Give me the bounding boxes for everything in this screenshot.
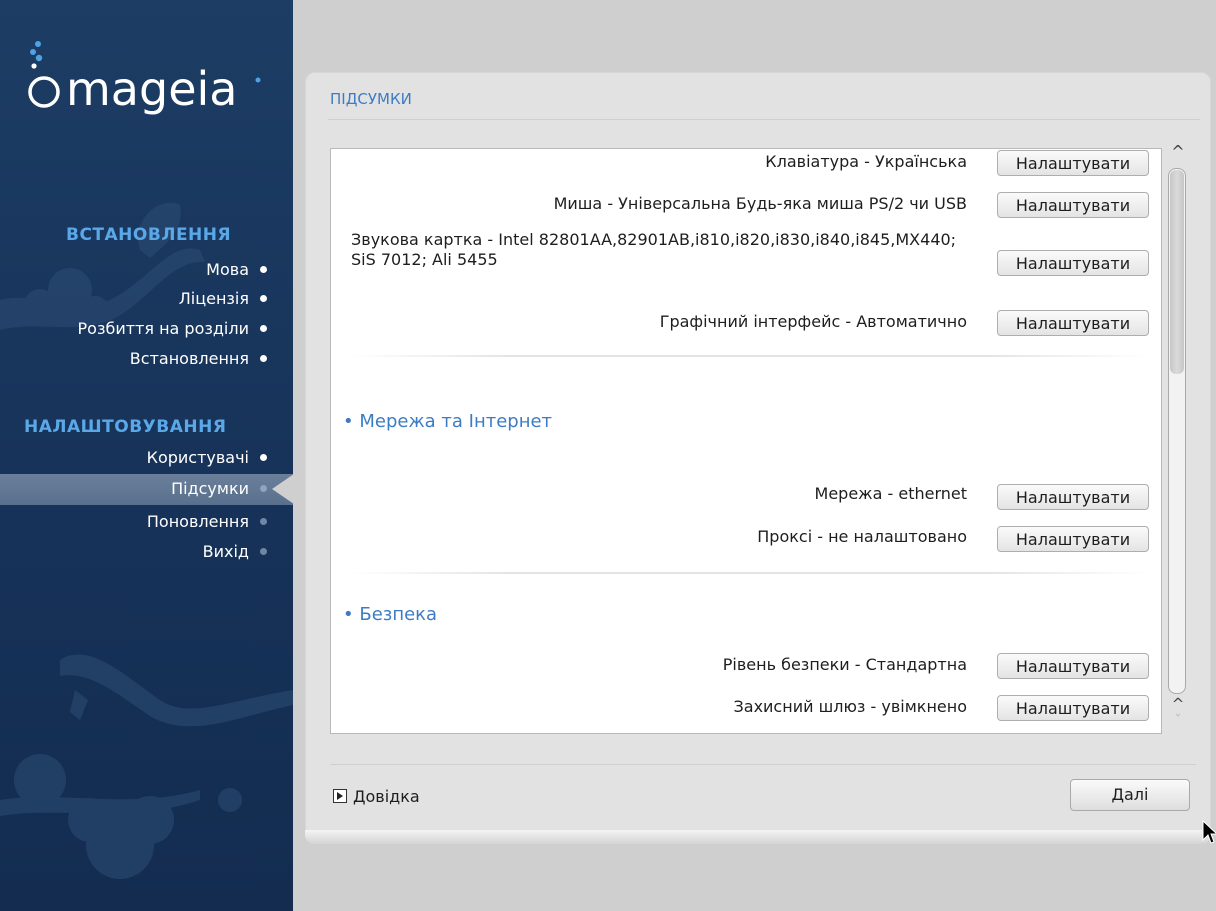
section-separator [349, 572, 1149, 574]
step-pending-dot-icon [260, 548, 267, 555]
panel-bottom-edge [305, 830, 1211, 844]
sidebar-step-label: Ліцензія [178, 289, 249, 308]
sidebar-step-label: Розбиття на розділи [77, 319, 250, 338]
triangle-right-icon [333, 789, 347, 803]
current-step-arrow-icon [272, 474, 293, 504]
footer-divider [330, 764, 1196, 765]
title-divider [328, 119, 1200, 120]
configure-graphics-button[interactable]: Налаштувати [997, 310, 1149, 336]
svg-text:mageia: mageia [66, 62, 237, 116]
current-step-highlight [0, 474, 293, 505]
next-button[interactable]: Далі [1070, 779, 1190, 811]
summary-item-network: Мережа - ethernet [814, 484, 967, 503]
sidebar-step-label: Підсумки [171, 479, 249, 498]
step-pending-dot-icon [260, 518, 267, 525]
section-title-security: • Безпека [343, 604, 438, 625]
help-expander[interactable]: Довідка [333, 786, 420, 806]
sidebar-step-label: Поновлення [146, 512, 249, 531]
sidebar-step-summary: Підсумки [171, 475, 267, 503]
mageia-logo: mageia [28, 41, 261, 116]
sidebar-step-label: Вихід [202, 542, 249, 561]
configure-keyboard-button[interactable]: Налаштувати [997, 150, 1149, 176]
step-current-dot-icon [260, 485, 267, 492]
summary-scroll-area[interactable]: Клавіатура - Українська Налаштувати Миша… [330, 148, 1162, 734]
summary-item-proxy: Проксі - не налаштовано [757, 527, 967, 546]
step-done-dot-icon [260, 454, 267, 461]
sidebar-step-exit: Вихід [202, 538, 267, 566]
section-title-network: • Мережа та Інтернет [343, 411, 553, 432]
sidebar-section-title-install: ВСТАНОВЛЕННЯ [66, 225, 232, 245]
summary-item-graphics: Графічний інтерфейс - Автоматично [659, 312, 967, 331]
sidebar: mageia ВСТАНОВЛЕННЯ Мова Ліцензія Розбит… [0, 0, 293, 911]
step-done-dot-icon [260, 325, 267, 332]
configure-network-button[interactable]: Налаштувати [997, 484, 1149, 510]
step-done-dot-icon [260, 266, 267, 273]
configure-proxy-button[interactable]: Налаштувати [997, 526, 1149, 552]
mouse-pointer-icon [1202, 820, 1216, 844]
help-label: Довідка [353, 786, 420, 806]
scroll-up-secondary-chevron-icon[interactable]: ^ [1167, 696, 1189, 712]
sidebar-section-title-configure: НАЛАШТОВУВАННЯ [24, 417, 227, 437]
summary-item-security-level: Рівень безпеки - Стандартна [722, 655, 967, 674]
sidebar-step-label: Мова [206, 260, 249, 279]
scroll-down-chevron-icon[interactable]: ˇ [1167, 712, 1189, 730]
sidebar-step-users: Користувачі [146, 444, 267, 472]
sidebar-step-label: Користувачі [146, 448, 249, 467]
sidebar-step-label: Встановлення [129, 349, 249, 368]
sidebar-step-license: Ліцензія [178, 285, 267, 313]
summary-item-firewall: Захисний шлюз - увімкнено [733, 697, 968, 716]
configure-mouse-button[interactable]: Налаштувати [997, 192, 1149, 218]
configure-security-level-button[interactable]: Налаштувати [997, 653, 1149, 679]
page-title: ПІДСУМКИ [330, 90, 412, 108]
configure-sound-card-button[interactable]: Налаштувати [997, 250, 1149, 276]
scrollbar-thumb[interactable] [1170, 170, 1184, 374]
sidebar-step-updates: Поновлення [146, 508, 267, 536]
summary-item-sound-card: Звукова картка - Intel 82801AA,82901AB,i… [351, 230, 957, 269]
step-done-dot-icon [260, 355, 267, 362]
summary-item-mouse: Миша - Універсальна Будь-яка миша PS/2 ч… [553, 194, 967, 213]
sidebar-step-installation: Встановлення [129, 345, 267, 373]
section-separator [349, 355, 1149, 357]
step-done-dot-icon [260, 295, 267, 302]
configure-firewall-button[interactable]: Налаштувати [997, 695, 1149, 721]
scroll-up-chevron-icon[interactable]: ^ [1167, 142, 1189, 162]
summary-item-keyboard: Клавіатура - Українська [765, 152, 967, 171]
sidebar-step-partitioning: Розбиття на розділи [77, 315, 267, 343]
sidebar-step-language: Мова [206, 256, 267, 284]
